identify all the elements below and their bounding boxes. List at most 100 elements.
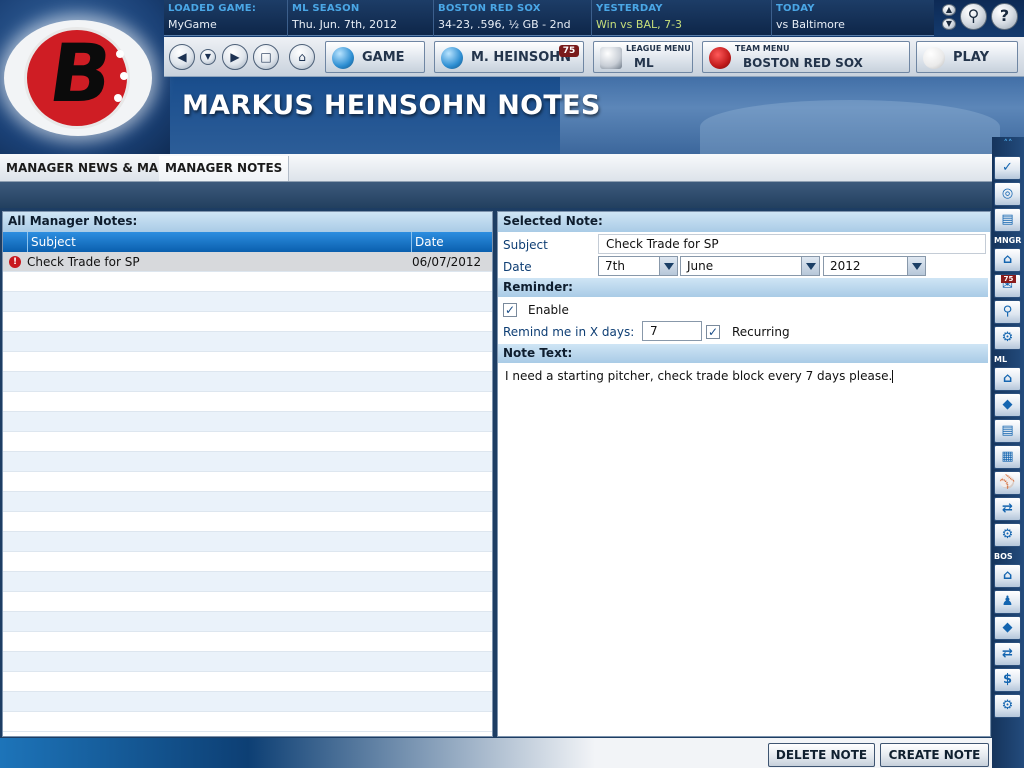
wrench-icon[interactable]: ⚙ <box>994 694 1021 718</box>
empty-row <box>3 432 492 452</box>
league-menu-caption: LEAGUE MENU <box>626 44 691 53</box>
scroll-up-icon[interactable]: ▲ <box>942 4 956 16</box>
create-note-button[interactable]: CREATE NOTE <box>880 743 989 767</box>
remind-days-input[interactable]: 7 <box>642 321 702 341</box>
wrench-icon[interactable]: ⚙ <box>994 523 1021 547</box>
team-menu-button[interactable]: TEAM MENU BOSTON RED SOX <box>702 41 910 73</box>
empty-row <box>3 392 492 412</box>
info-loaded-game[interactable]: LOADED GAME: MyGame <box>164 0 288 36</box>
column-header-subject[interactable]: Subject <box>31 235 76 249</box>
month-select-value: June <box>687 259 714 273</box>
day-select[interactable]: 7th <box>598 256 678 276</box>
help-icon[interactable]: ? <box>991 3 1018 30</box>
empty-row <box>3 292 492 312</box>
search-icon[interactable]: ⚲ <box>994 300 1021 324</box>
forward-button[interactable]: ▶ <box>222 44 248 70</box>
mail-icon[interactable]: ✉ 75 <box>994 274 1021 298</box>
team-logo[interactable]: B <box>4 20 152 136</box>
tab-manager-notes[interactable]: MANAGER NOTES <box>159 156 290 181</box>
wrench-icon[interactable]: ⚙ <box>994 326 1021 350</box>
info-season[interactable]: ML SEASON Thu. Jun. 7th, 2012 <box>288 0 434 36</box>
info-team-record[interactable]: BOSTON RED SOX 34-23, .596, ½ GB - 2nd <box>434 0 592 36</box>
recurring-checkbox[interactable]: ✓ <box>706 325 720 339</box>
column-header-date[interactable]: Date <box>415 235 444 249</box>
finances-icon[interactable]: $ <box>994 668 1021 692</box>
info-bar: LOADED GAME: MyGame ML SEASON Thu. Jun. … <box>164 0 934 36</box>
year-select[interactable]: 2012 <box>823 256 926 276</box>
mail-badge: 75 <box>1001 275 1016 283</box>
bookmark-button[interactable]: □ <box>253 44 279 70</box>
info-label: LOADED GAME: <box>168 3 257 14</box>
month-select[interactable]: June <box>680 256 820 276</box>
play-button[interactable]: PLAY <box>916 41 1018 73</box>
notes-grid-header: Subject Date <box>3 232 492 252</box>
note-date-cell: 06/07/2012 <box>412 255 482 269</box>
game-menu-button[interactable]: GAME <box>325 41 425 73</box>
logo-stitch <box>120 72 128 80</box>
stats-chart-icon[interactable]: ▦ <box>994 445 1021 469</box>
subject-label: Subject <box>503 238 548 252</box>
table-row[interactable]: ! Check Trade for SP 06/07/2012 <box>3 252 492 272</box>
empty-row <box>3 592 492 612</box>
team-menu-label: BOSTON RED SOX <box>743 56 863 70</box>
enable-checkbox[interactable]: ✓ <box>503 303 517 317</box>
info-label: YESTERDAY <box>596 3 663 14</box>
book-icon[interactable]: ▤ <box>994 208 1021 232</box>
info-yesterday[interactable]: YESTERDAY Win vs BAL, 7-3 <box>592 0 772 36</box>
empty-row <box>3 412 492 432</box>
column-divider <box>411 232 412 252</box>
chevron-down-icon: ▼ <box>204 52 212 61</box>
main-content: All Manager Notes: Subject Date ! Check … <box>0 208 992 738</box>
search-icon[interactable]: ⚲ <box>960 3 987 30</box>
transactions-icon[interactable]: ⇄ <box>994 642 1021 666</box>
collapse-sidebar-icon[interactable]: ˄˄ <box>994 139 1022 151</box>
empty-row <box>3 492 492 512</box>
baseball-icon[interactable]: ⚾ <box>994 471 1021 495</box>
info-today[interactable]: TODAY vs Baltimore <box>772 0 934 36</box>
empty-row <box>3 632 492 652</box>
field-background <box>700 100 1000 154</box>
scroll-down-icon[interactable]: ▼ <box>942 18 956 30</box>
tab-bar: MANAGER NEWS & MAIL MANAGER NOTES <box>0 154 992 182</box>
manager-menu-button[interactable]: M. HEINSOHN 75 <box>434 41 584 73</box>
empty-row <box>3 312 492 332</box>
empty-row <box>3 472 492 492</box>
tab-manager-news-mail[interactable]: MANAGER NEWS & MAIL <box>0 156 178 181</box>
team-home-icon[interactable]: ⌂ <box>994 564 1021 588</box>
info-value: MyGame <box>168 18 217 31</box>
globe-icon <box>332 47 354 69</box>
team-logo-icon <box>709 47 731 69</box>
league-home-icon[interactable]: ⌂ <box>994 367 1021 391</box>
league-logo-icon <box>600 47 622 69</box>
note-text-content: I need a starting pitcher, check trade b… <box>505 369 893 383</box>
empty-row <box>3 652 492 672</box>
empty-row <box>3 332 492 352</box>
league-menu-label: ML <box>634 56 654 70</box>
history-dropdown-button[interactable]: ▼ <box>200 49 216 65</box>
forward-arrow-icon: ▶ <box>230 50 240 64</box>
empty-row <box>3 452 492 472</box>
remind-row: Remind me in X days: 7 ✓ Recurring <box>498 321 988 343</box>
diamond-icon[interactable]: ◆ <box>994 616 1021 640</box>
diamond-icon[interactable]: ◆ <box>994 393 1021 417</box>
delete-note-button[interactable]: DELETE NOTE <box>768 743 875 767</box>
news-icon[interactable]: ▤ <box>994 419 1021 443</box>
home-icon: ⌂ <box>298 50 306 64</box>
manager-home-icon[interactable]: ⌂ <box>994 248 1021 272</box>
remind-days-label: Remind me in X days: <box>503 325 635 339</box>
info-label: BOSTON RED SOX <box>438 3 541 14</box>
note-text-section-title: Note Text: <box>498 344 988 363</box>
league-menu-button[interactable]: LEAGUE MENU ML <box>593 41 693 73</box>
navigation-bar: ◀ ▼ ▶ □ ⌂ GAME M. HEINSOHN 75 LEAGUE MEN… <box>164 37 1024 77</box>
chevron-down-icon <box>801 257 819 275</box>
back-button[interactable]: ◀ <box>169 44 195 70</box>
subject-input[interactable]: Check Trade for SP <box>598 234 986 254</box>
transactions-icon[interactable]: ⇄ <box>994 497 1021 521</box>
checkmark-icon[interactable]: ✓ <box>994 156 1021 180</box>
logo-letter: B <box>43 27 118 120</box>
roster-icon[interactable]: ♟ <box>994 590 1021 614</box>
globe-icon[interactable]: ◎ <box>994 182 1021 206</box>
note-text-area[interactable]: I need a starting pitcher, check trade b… <box>498 365 988 733</box>
home-button[interactable]: ⌂ <box>289 44 315 70</box>
subject-row: Subject Check Trade for SP <box>498 234 988 256</box>
